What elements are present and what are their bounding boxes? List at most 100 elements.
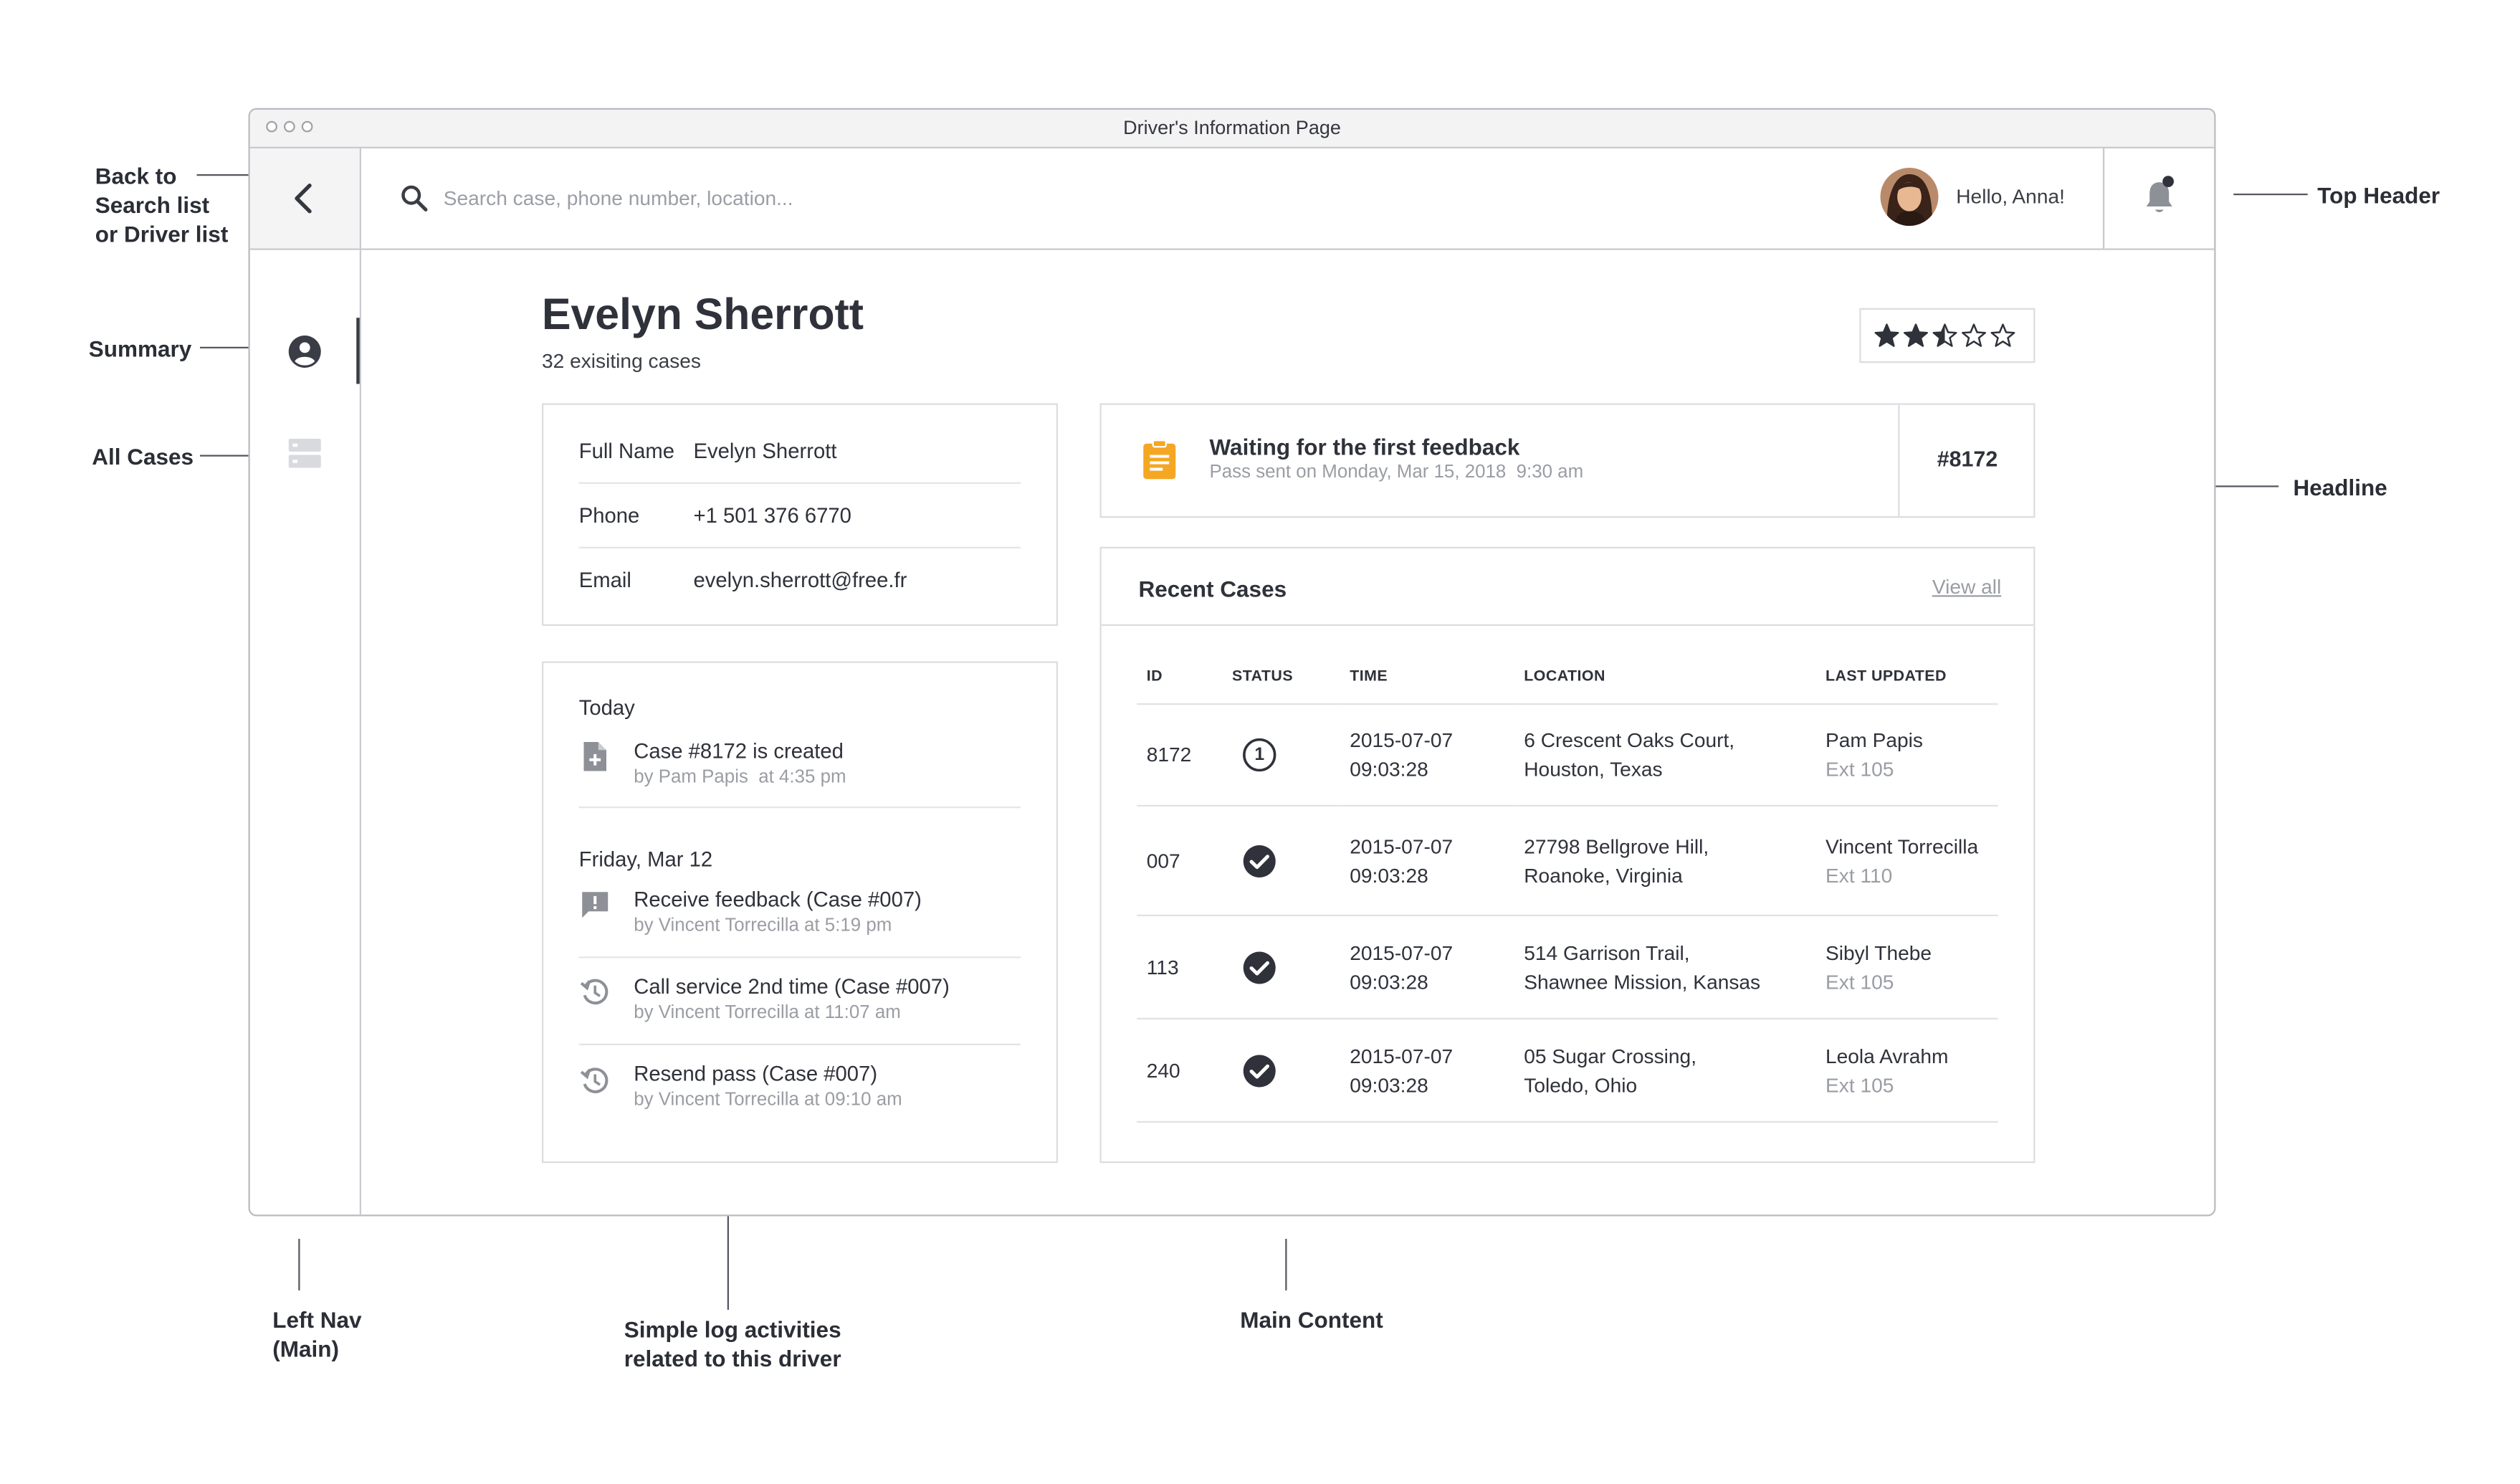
col-id[interactable]: ID [1137,648,1223,705]
cell-location-line2: Shawnee Mission, Kansas [1524,970,1761,993]
log-date-friday: Friday, Mar 12 [578,847,713,871]
annotation-top-header: Top Header [2317,182,2440,209]
cell-last-updated: Pam Papis Ext 105 [1815,704,1998,807]
cell-time: 2015-07-07 09:03:28 [1340,1018,1514,1123]
feedback-icon [582,892,608,918]
cell-id: 113 [1137,915,1223,1019]
cell-time: 2015-07-07 09:03:28 [1340,805,1514,916]
table-row[interactable]: 240 2015-07-07 09:03:28 05 Sugar Crossing, T… [1137,1018,1998,1123]
col-location[interactable]: LOCATION [1514,648,1816,705]
table-header-row: ID STATUS TIME LOCATION LAST UPDATED [1137,648,1998,705]
back-button[interactable] [249,148,361,249]
cell-ext: Ext 105 [1825,1073,1894,1096]
cell-status [1222,915,1340,1019]
recent-cases-title: Recent Cases [1138,576,1287,602]
col-status[interactable]: STATUS [1222,648,1340,705]
annotation-headline: Headline [2293,474,2387,500]
cell-location-line2: Toledo, Ohio [1524,1073,1638,1096]
log-item[interactable]: Call service 2nd time (Case #007) by Vin… [579,971,1021,1042]
annotation-summary: Summary [88,336,192,361]
table-row[interactable]: 113 2015-07-07 09:03:28 514 Garrison Trail,… [1137,915,1998,1019]
file-add-icon [583,742,606,771]
cell-date: 2015-07-07 [1350,834,1454,857]
annotation-left-nav-connector [298,1239,300,1290]
nav-item-summary[interactable] [250,318,357,384]
divider [578,1043,1021,1045]
annotation-left-nav-line1: Left Nav [272,1306,362,1333]
nav-active-indicator [356,318,360,384]
driver-details-card: Full Name Evelyn Sherrott Phone +1 501 3… [542,403,1058,626]
log-date-today: Today [578,695,635,720]
annotation-left-nav: Left Nav (Main) [272,1305,361,1363]
notifications-button[interactable] [2103,148,2214,249]
cell-clock: 09:03:28 [1350,1073,1428,1096]
table-row[interactable]: 8172 1 2015-07-07 09:03:28 6 Crescent Oaks C… [1137,704,1998,807]
recent-cases-table: ID STATUS TIME LOCATION LAST UPDATED 817… [1137,648,1998,1123]
log-item-meta: by Pam Papis at 4:35 pm [634,768,846,787]
cell-date: 2015-07-07 [1350,941,1454,964]
star-icon[interactable] [1932,323,1958,356]
detail-label: Email [578,568,631,592]
log-item-meta: by Vincent Torrecilla at 09:10 am [634,1090,902,1110]
check-circle-icon [1243,1054,1276,1087]
divider [578,546,1021,548]
recent-cases-header-divider [1101,624,2034,626]
cell-location-line1: 05 Sugar Crossing, [1524,1044,1697,1067]
detail-row-email: Email evelyn.sherrott@free.fr [579,563,1021,612]
avatar[interactable] [1880,168,1939,226]
table-row[interactable]: 007 2015-07-07 09:03:28 27798 Bellgrove Hil… [1137,805,1998,916]
cell-clock: 09:03:28 [1350,863,1428,887]
log-item-meta: by Vincent Torrecilla at 5:19 pm [634,916,892,936]
annotation-all-cases: All Cases [92,443,194,470]
cell-last-updated: Vincent Torrecilla Ext 110 [1815,805,1998,916]
col-time[interactable]: TIME [1340,648,1514,705]
headline-card[interactable]: Waiting for the first feedback Pass sent… [1099,403,2035,518]
cell-person: Vincent Torrecilla [1825,834,1979,857]
star-icon[interactable] [1961,323,1987,356]
cell-location-line1: 514 Garrison Trail, [1524,941,1690,964]
divider [578,807,1021,809]
nav-item-all-cases[interactable] [250,421,357,485]
detail-label: Full Name [578,439,675,463]
search-icon [401,185,428,211]
pending-count-label: 1 [1254,745,1265,765]
view-all-link[interactable]: View all [1932,576,2001,599]
cell-person: Pam Papis [1825,729,1924,752]
cell-last-updated: Leola Avrahm Ext 105 [1815,1018,1998,1123]
log-item-title: Resend pass (Case #007) [634,1061,878,1086]
cell-location-line2: Houston, Texas [1524,758,1663,781]
user-greeting: Hello, Anna! [1956,185,2065,209]
col-last-updated[interactable]: LAST UPDATED [1815,648,1998,705]
search-input[interactable] [443,177,1411,219]
check-circle-icon [1243,951,1276,984]
annotation-top-header-connector [2233,194,2308,196]
storage-list-icon [288,439,321,468]
app-window: Driver's Information Page Search case, p… [248,108,2216,1217]
star-icon[interactable] [1874,323,1900,356]
log-item[interactable]: Case #8172 is created by Pam Papis at 4:… [579,734,1021,805]
annotation-left-nav-line2: (Main) [272,1336,339,1361]
log-item-title: Call service 2nd time (Case #007) [634,974,950,999]
cell-ext: Ext 110 [1825,863,1893,887]
cell-location-line1: 27798 Bellgrove Hill, [1524,834,1709,857]
annotation-back-line2: Search list [95,191,210,218]
history-icon [580,979,608,1005]
cell-time: 2015-07-07 09:03:28 [1340,704,1514,807]
cell-location-line2: Roanoke, Virginia [1524,863,1683,887]
detail-value[interactable]: evelyn.sherrott@free.fr [694,568,907,592]
cell-clock: 09:03:28 [1350,758,1428,781]
avatar-photo [1880,168,1939,226]
star-icon[interactable] [1903,323,1929,356]
star-icon[interactable] [1990,323,2016,356]
cell-id: 8172 [1137,704,1223,807]
cell-location: 05 Sugar Crossing, Toledo, Ohio [1514,1018,1816,1123]
rating-widget[interactable] [1859,308,2035,363]
check-circle-icon [1243,844,1276,877]
annotation-log: Simple log activities related to this dr… [624,1315,841,1373]
log-item[interactable]: Resend pass (Case #007) by Vincent Torre… [579,1060,1021,1131]
cell-ext: Ext 105 [1825,970,1894,993]
pending-count-icon: 1 [1242,737,1278,773]
cell-time: 2015-07-07 09:03:28 [1340,915,1514,1019]
cell-location: 27798 Bellgrove Hill, Roanoke, Virginia [1514,805,1816,916]
log-item[interactable]: Receive feedback (Case #007) by Vincent … [579,884,1021,955]
